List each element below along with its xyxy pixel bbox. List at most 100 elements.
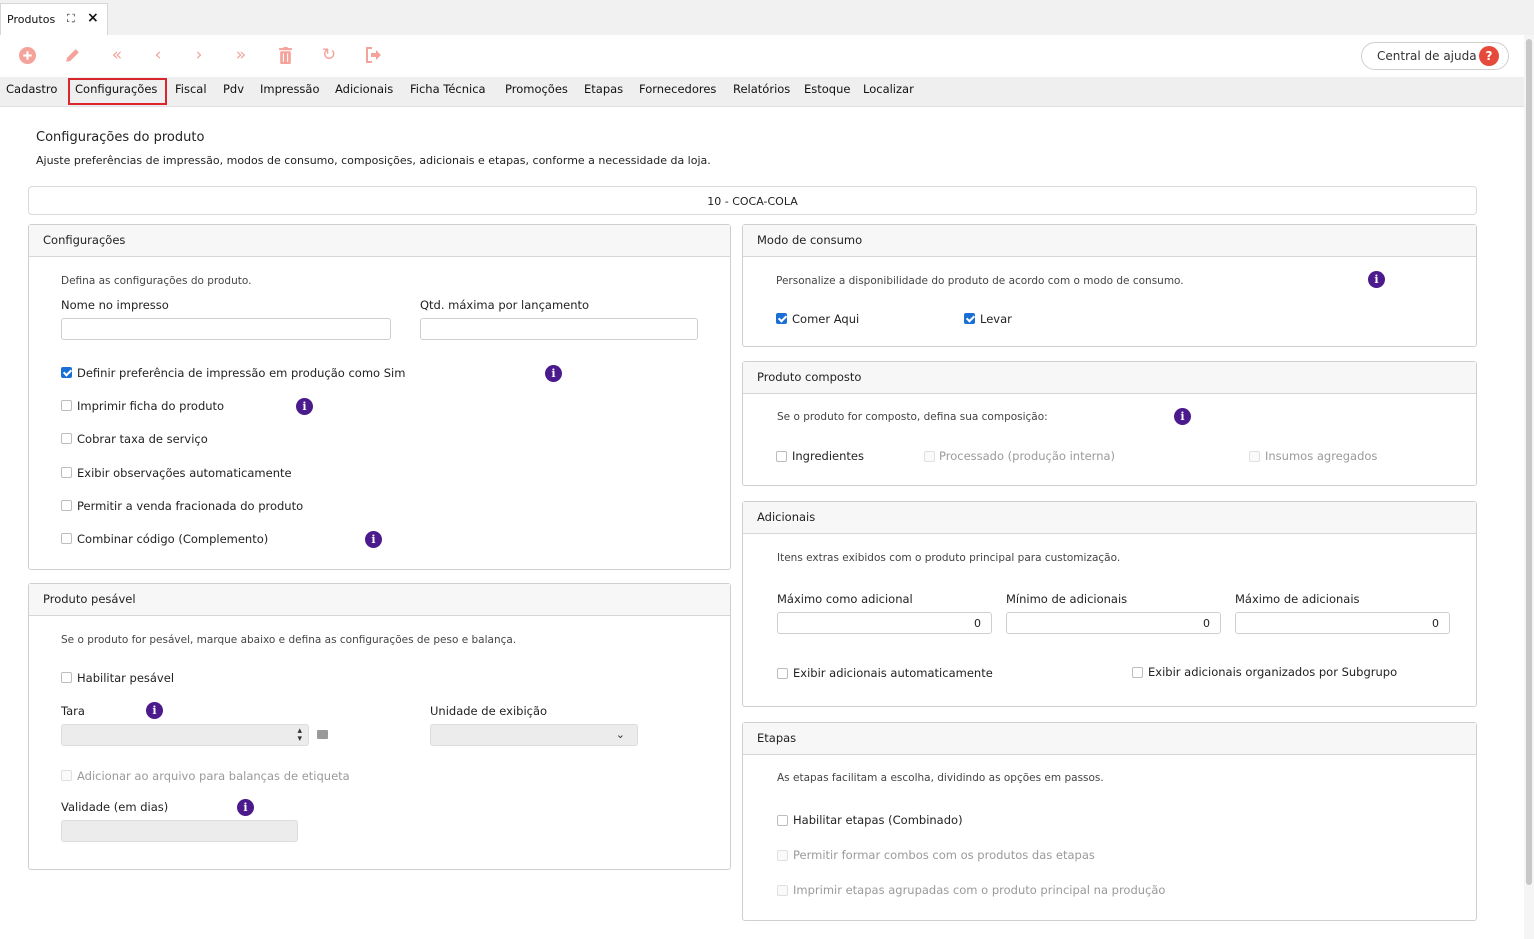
panel-title: Produto composto [757, 370, 862, 384]
menu-ficha-tecnica[interactable]: Ficha Técnica [410, 82, 486, 96]
info-icon[interactable]: i [1368, 271, 1385, 288]
panel-description: Defina as configurações do produto. [61, 275, 252, 287]
help-center-button[interactable]: Central de ajuda ? [1361, 42, 1509, 70]
menu-promocoes[interactable]: Promoções [505, 82, 568, 96]
comer-aqui-checkbox[interactable] [776, 313, 787, 324]
info-icon[interactable]: i [1174, 408, 1191, 425]
min-adicionais-value: 0 [1203, 617, 1210, 630]
max-adicionais-input[interactable]: 0 [1235, 612, 1450, 634]
tab-label: Produtos [7, 13, 56, 26]
delete-icon[interactable] [275, 45, 295, 65]
imprimir-etapas-label: Imprimir etapas agrupadas com o produto … [793, 883, 1166, 897]
panel-title: Produto pesável [43, 592, 136, 606]
panel-header: Modo de consumo [743, 225, 1476, 257]
combos-etapas-checkbox[interactable] [777, 850, 788, 861]
help-center-label: Central de ajuda [1377, 49, 1477, 63]
panel-header: Produto composto [743, 362, 1476, 394]
min-adicionais-input[interactable]: 0 [1006, 612, 1221, 634]
product-name: 10 - COCA-COLA [707, 195, 798, 208]
page-title: Configurações do produto [36, 130, 205, 145]
menu-impressao[interactable]: Impressão [260, 82, 320, 96]
arquivo-balancas-checkbox[interactable] [61, 770, 72, 781]
info-icon[interactable]: i [365, 531, 382, 548]
nome-impresso-input[interactable] [61, 318, 391, 340]
max-como-adicional-value: 0 [974, 617, 981, 630]
scrollbar[interactable] [1524, 35, 1534, 939]
ingredientes-checkbox[interactable] [776, 451, 787, 462]
taxa-servico-label: Cobrar taxa de serviço [77, 432, 208, 446]
adicionais-auto-label: Exibir adicionais automaticamente [793, 666, 993, 680]
max-como-adicional-input[interactable]: 0 [777, 612, 992, 634]
chevron-down-icon: ⌄ [615, 728, 625, 741]
menu-estoque[interactable]: Estoque [804, 82, 850, 96]
menu-relatorios[interactable]: Relatórios [733, 82, 790, 96]
imprimir-ficha-label: Imprimir ficha do produto [77, 399, 225, 413]
nome-impresso-label: Nome no impresso [61, 298, 169, 312]
info-icon[interactable]: i [545, 365, 562, 382]
combinar-codigo-checkbox[interactable] [61, 533, 72, 544]
last-icon[interactable]: » [231, 45, 251, 65]
tara-input[interactable]: ▴ ▾ [61, 724, 309, 746]
taxa-servico-checkbox[interactable] [61, 433, 72, 444]
info-icon[interactable]: i [296, 398, 313, 415]
exibir-observacoes-checkbox[interactable] [61, 467, 72, 478]
preferencia-impressao-checkbox[interactable] [61, 367, 72, 378]
next-icon[interactable]: › [189, 45, 209, 65]
edit-icon[interactable] [62, 45, 82, 65]
menu-fornecedores[interactable]: Fornecedores [639, 82, 716, 96]
unidade-exibicao-select[interactable]: ⌄ [430, 724, 638, 746]
add-icon[interactable] [17, 45, 37, 65]
habilitar-pesavel-checkbox[interactable] [61, 672, 72, 683]
stepper-icon[interactable]: ▴ ▾ [297, 727, 302, 744]
validade-label: Validade (em dias) [61, 800, 169, 814]
combinar-codigo-label: Combinar código (Complemento) [77, 532, 269, 546]
toolbar: « ‹ › » ↻ Central de ajuda ? [0, 35, 1524, 77]
previous-icon[interactable]: ‹ [148, 45, 168, 65]
info-icon[interactable]: i [146, 702, 163, 719]
refresh-icon[interactable]: ↻ [319, 45, 339, 65]
validade-input[interactable] [61, 820, 298, 842]
menu-adicionais[interactable]: Adicionais [335, 82, 393, 96]
venda-fracionada-checkbox[interactable] [61, 500, 72, 511]
adicionais-auto-checkbox[interactable] [777, 668, 788, 679]
habilitar-etapas-label: Habilitar etapas (Combinado) [793, 813, 963, 827]
menu-configuracoes[interactable]: Configurações [75, 82, 157, 96]
habilitar-etapas-checkbox[interactable] [777, 815, 788, 826]
info-icon[interactable]: i [237, 799, 254, 816]
imprimir-ficha-checkbox[interactable] [61, 400, 72, 411]
insumos-checkbox[interactable] [1249, 451, 1260, 462]
arquivo-balancas-label: Adicionar ao arquivo para balanças de et… [77, 769, 350, 783]
menu-etapas[interactable]: Etapas [584, 82, 623, 96]
consumo-panel: Modo de consumo Personalize a disponibil… [742, 224, 1477, 347]
first-icon[interactable]: « [107, 45, 127, 65]
product-bar: 10 - COCA-COLA [28, 186, 1477, 215]
calculator-icon[interactable] [317, 730, 328, 739]
levar-checkbox[interactable] [964, 313, 975, 324]
levar-label: Levar [980, 312, 1012, 326]
max-adicionais-label: Máximo de adicionais [1235, 592, 1360, 606]
menu-pdv[interactable]: Pdv [223, 82, 244, 96]
scrollbar-thumb[interactable] [1526, 39, 1532, 885]
menu-localizar[interactable]: Localizar [863, 82, 914, 96]
panel-header: Etapas [743, 723, 1476, 755]
menu-fiscal[interactable]: Fiscal [175, 82, 207, 96]
etapas-panel: Etapas As etapas facilitam a escolha, di… [742, 722, 1477, 921]
unidade-exibicao-label: Unidade de exibição [430, 704, 548, 718]
panel-title: Configurações [43, 233, 126, 247]
menu-cadastro[interactable]: Cadastro [6, 82, 57, 96]
close-icon[interactable]: × [87, 10, 99, 26]
ingredientes-label: Ingredientes [792, 449, 864, 463]
combos-etapas-label: Permitir formar combos com os produtos d… [793, 848, 1095, 862]
expand-icon[interactable]: ⛶ [67, 12, 75, 26]
menu-bar: Cadastro Configurações Fiscal Pdv Impres… [0, 77, 1524, 107]
exit-icon[interactable] [364, 45, 384, 65]
qtd-maxima-input[interactable] [420, 318, 698, 340]
panel-description: Se o produto for pesável, marque abaixo … [61, 634, 517, 646]
processado-checkbox[interactable] [924, 451, 935, 462]
panel-description: Se o produto for composto, defina sua co… [777, 411, 1048, 423]
configuracoes-panel: Configurações Defina as configurações do… [28, 224, 731, 570]
tab-produtos[interactable]: Produtos ⛶ × [0, 3, 108, 35]
adicionais-subgrupo-checkbox[interactable] [1132, 667, 1143, 678]
imprimir-etapas-checkbox[interactable] [777, 885, 788, 896]
panel-header: Adicionais [743, 502, 1476, 534]
